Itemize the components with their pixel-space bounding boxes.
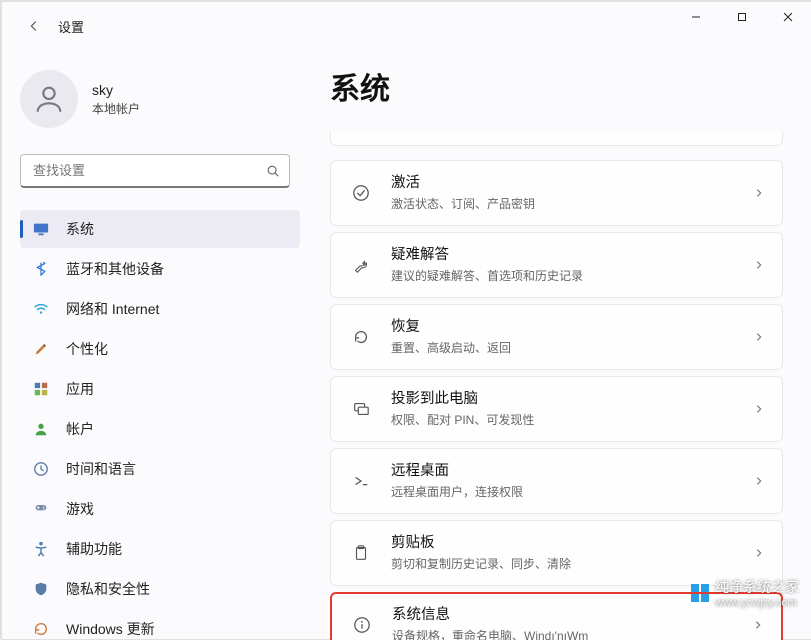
sidebar-item-9[interactable]: 隐私和安全性 [20,570,300,608]
sidebar-item-4[interactable]: 应用 [20,370,300,408]
brush-icon [32,340,50,358]
sidebar-item-label: 系统 [66,219,94,239]
sidebar-item-8[interactable]: 辅助功能 [20,530,300,568]
projecting-icon [349,400,373,418]
user-block[interactable]: sky 本地帐户 [20,70,300,128]
card-title: 剪贴板 [391,534,571,553]
settings-card-0[interactable]: 激活激活状态、订阅、产品密钥 [330,160,783,226]
settings-card-3[interactable]: 投影到此电脑权限、配对 PIN、可发现性 [330,376,783,442]
chevron-right-icon [754,476,764,486]
card-subtitle: 设备规格，重命名电脑、Windı'nıWm [392,627,588,640]
bluetooth-icon [32,260,50,278]
sidebar-item-5[interactable]: 帐户 [20,410,300,448]
sidebar-item-label: 网络和 Internet [66,299,159,319]
search-input[interactable] [20,154,290,188]
app-title: 设置 [58,17,84,36]
check-circle-icon [349,184,373,202]
sidebar-item-label: 辅助功能 [66,539,122,559]
card-title: 疑难解答 [391,246,583,265]
card-subtitle: 重置、高级启动、返回 [391,339,511,356]
page-title: 系统 [330,64,783,108]
card-subtitle: 激活状态、订阅、产品密钥 [391,195,535,212]
info-icon [350,616,374,634]
maximize-button[interactable] [719,2,765,32]
update-icon [32,620,50,638]
sidebar-item-label: 应用 [66,379,94,399]
sidebar-item-label: 隐私和安全性 [66,579,150,599]
person-icon [32,420,50,438]
user-name: sky [92,82,140,98]
settings-card-list: 激活激活状态、订阅、产品密钥疑难解答建议的疑难解答、首选项和历史记录恢复重置、高… [330,160,783,640]
avatar [20,70,78,128]
sidebar-item-0[interactable]: 系统 [20,210,300,248]
user-subtitle: 本地帐户 [92,100,140,117]
sidebar-item-3[interactable]: 个性化 [20,330,300,368]
card-subtitle: 远程桌面用户，连接权限 [391,483,523,500]
card-title: 系统信息 [392,606,588,625]
sidebar-item-6[interactable]: 时间和语言 [20,450,300,488]
sidebar-item-label: 帐户 [66,419,94,439]
search-icon [266,164,280,178]
apps-icon [32,380,50,398]
clock-icon [32,460,50,478]
sidebar-item-label: 时间和语言 [66,459,136,479]
system-icon [32,220,50,238]
settings-card-5[interactable]: 剪贴板剪切和复制历史记录、同步、清除 [330,520,783,586]
chevron-right-icon [754,548,764,558]
minimize-button[interactable] [673,2,719,32]
back-button[interactable] [20,12,48,40]
sidebar-nav: 系统蓝牙和其他设备网络和 Internet 个性化应用帐户时间和语言游戏辅助功能隐… [20,210,300,640]
sidebar-item-7[interactable]: 游戏 [20,490,300,528]
card-subtitle: 权限、配对 PIN、可发现性 [391,411,534,428]
chevron-right-icon [754,260,764,270]
chevron-right-icon [754,332,764,342]
shield-icon [32,580,50,598]
card-subtitle: 剪切和复制历史记录、同步、清除 [391,555,571,572]
card-title: 远程桌面 [391,462,523,481]
card-sliver [330,132,783,146]
chevron-right-icon [754,404,764,414]
sidebar-item-10[interactable]: Windows 更新 [20,610,300,640]
settings-card-4[interactable]: 远程桌面远程桌面用户，连接权限 [330,448,783,514]
settings-card-1[interactable]: 疑难解答建议的疑难解答、首选项和历史记录 [330,232,783,298]
card-title: 投影到此电脑 [391,390,534,409]
sidebar-item-label: 个性化 [66,339,108,359]
clipboard-icon [349,544,373,562]
card-title: 激活 [391,174,535,193]
chevron-right-icon [754,188,764,198]
card-subtitle: 建议的疑难解答、首选项和历史记录 [391,267,583,284]
accessibility-icon [32,540,50,558]
sidebar-item-label: 游戏 [66,499,94,519]
settings-card-6[interactable]: 系统信息设备规格，重命名电脑、Windı'nıWm [330,592,783,640]
card-title: 恢复 [391,318,511,337]
wifi-icon [32,300,50,318]
remote-icon [349,472,373,490]
settings-card-2[interactable]: 恢复重置、高级启动、返回 [330,304,783,370]
gamepad-icon [32,500,50,518]
sidebar-item-1[interactable]: 蓝牙和其他设备 [20,250,300,288]
close-button[interactable] [765,2,811,32]
sidebar-item-label: Windows 更新 [66,619,155,639]
recovery-icon [349,328,373,346]
sidebar-item-label: 蓝牙和其他设备 [66,259,164,279]
wrench-icon [349,256,373,274]
sidebar-item-2[interactable]: 网络和 Internet [20,290,300,328]
chevron-right-icon [753,620,763,630]
window-controls [673,2,811,32]
